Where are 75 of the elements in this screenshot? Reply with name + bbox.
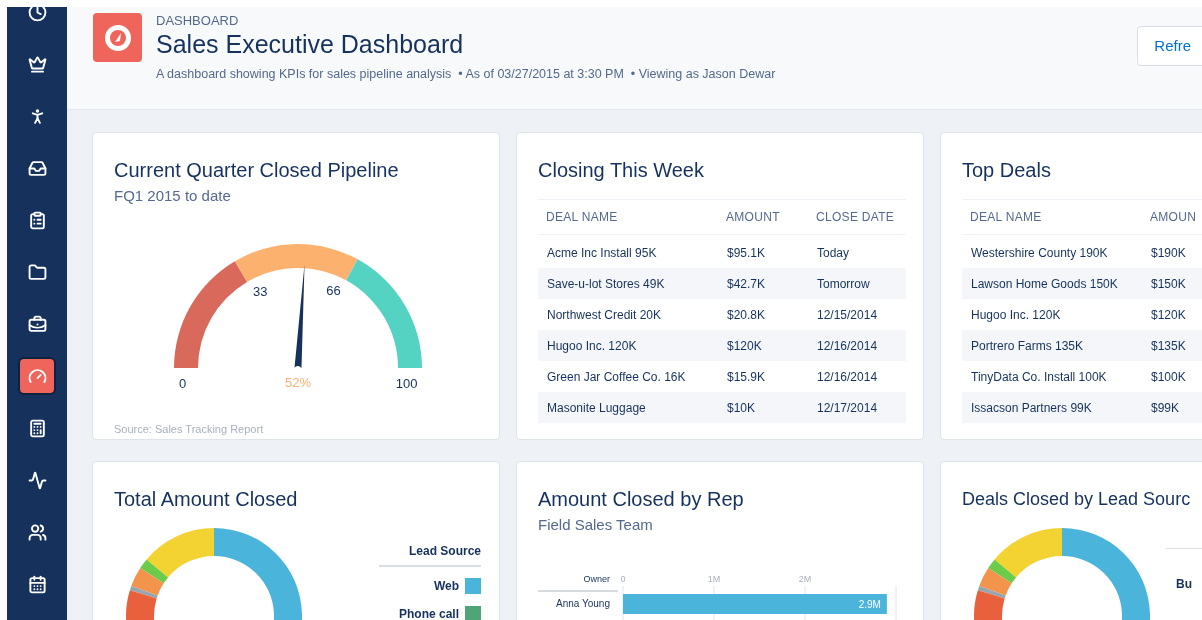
legend-label: Web — [433, 578, 459, 595]
gauge-icon — [27, 366, 47, 386]
card-footer: Source: Sales Tracking Report — [114, 420, 499, 437]
table-cell-text: Tomorrow — [816, 275, 871, 293]
table-cell-text: $120K — [726, 337, 763, 355]
table-cell-text: $135K — [1150, 337, 1187, 355]
refresh-button[interactable]: Refre — [1137, 26, 1202, 66]
table-cell-text: Portrero Farms 135K — [970, 337, 1085, 355]
table-cell-text: Northwest Credit 20K — [546, 306, 663, 324]
card-title: Top Deals — [962, 158, 1052, 183]
table-cell-text: Acme Inc Install 95K — [546, 244, 658, 262]
column-header: CLOSE DATE — [815, 209, 896, 226]
bar-label: Anna Young — [556, 597, 610, 609]
axis-tick: 1M — [707, 573, 721, 584]
table-cell-text: $20.8K — [726, 306, 767, 324]
dashboard-icon — [93, 13, 142, 62]
card-title: Closing This Week — [538, 158, 705, 183]
table-cell-text: Save-u-lot Stores 49K — [546, 275, 666, 293]
eyebrow-label: DASHBOARD — [156, 13, 240, 29]
crown-icon — [27, 54, 47, 74]
axis-label: Owner — [583, 573, 610, 584]
card-subtitle: FQ1 2015 to date — [114, 186, 232, 206]
axis-tick: 0 — [620, 573, 626, 584]
table-cell-text: 12/16/2014 — [816, 368, 879, 386]
table-cell-text: Westershire County 190K — [970, 244, 1109, 262]
column-header: DEAL NAME — [969, 209, 1043, 226]
table-cell-text: Issacson Partners 99K — [970, 399, 1093, 417]
card-subtitle: Field Sales Team — [538, 515, 654, 535]
page-subtitle: A dashboard showing KPIs for sales pipeline analysis • As of 03/27/2015 at 3:30 PM • Viewing as Jason Dewar — [156, 66, 776, 83]
calendar-icon — [27, 574, 47, 594]
page-title: Sales Executive Dashboard — [156, 29, 465, 59]
card-title: Deals Closed by Lead Sourc — [962, 488, 1192, 511]
table-cell-text: Today — [816, 244, 851, 262]
gauge-reading: 52% — [285, 374, 311, 390]
table-cell-text: $100K — [1150, 368, 1187, 386]
table-cell-text: $95.1K — [726, 244, 767, 262]
bar-value: 2.9M — [858, 598, 881, 610]
table-cell-text: Lawson Home Goods 150K — [970, 275, 1119, 293]
table-cell-text: 12/17/2014 — [816, 399, 879, 417]
calculator-icon — [27, 418, 47, 438]
card-title: Total Amount Closed — [114, 487, 299, 512]
table-cell-text: $190K — [1150, 244, 1187, 262]
legend-label: Bu — [1176, 576, 1192, 593]
folder-icon — [27, 262, 47, 282]
gauge-tick: 100 — [395, 375, 418, 391]
gauge-tick: 33 — [253, 283, 268, 299]
people-icon — [27, 522, 47, 542]
card-title: Current Quarter Closed Pipeline — [114, 158, 400, 183]
clipboard-icon — [27, 210, 47, 230]
column-header: AMOUN — [1149, 209, 1198, 226]
table-cell-text: TinyData Co. Install 100K — [970, 368, 1108, 386]
table-cell-text: $42.7K — [726, 275, 767, 293]
gauge-tick: 66 — [326, 282, 341, 298]
legend-title: Lead Source — [379, 542, 481, 567]
table-cell-text: 12/15/2014 — [816, 306, 879, 324]
briefcase-icon — [27, 314, 47, 334]
table-cell-text: $120K — [1150, 306, 1187, 324]
table-cell-text: $99K — [1150, 399, 1181, 417]
card-title: Amount Closed by Rep — [538, 487, 745, 512]
table-cell-text: Green Jar Coffee Co. 16K — [546, 368, 687, 386]
table-cell-text: 12/16/2014 — [816, 337, 879, 355]
table-cell-text: Hugoo Inc. 120K — [546, 337, 638, 355]
table-cell-text: Masonite Luggage — [546, 399, 647, 417]
clock-icon — [27, 7, 47, 22]
table-cell-text: $15.9K — [726, 368, 767, 386]
table-cell-text: Hugoo Inc. 120K — [970, 306, 1062, 324]
inbox-icon — [27, 158, 47, 178]
column-header: DEAL NAME — [545, 209, 619, 226]
table-cell-text: $150K — [1150, 275, 1187, 293]
column-header: AMOUNT — [725, 209, 781, 226]
table-cell-text: $10K — [726, 399, 757, 417]
axis-tick: 2M — [798, 573, 812, 584]
legend-label: Phone call — [398, 606, 459, 620]
gauge-tick: 0 — [179, 375, 187, 391]
pulse-icon — [27, 470, 47, 490]
